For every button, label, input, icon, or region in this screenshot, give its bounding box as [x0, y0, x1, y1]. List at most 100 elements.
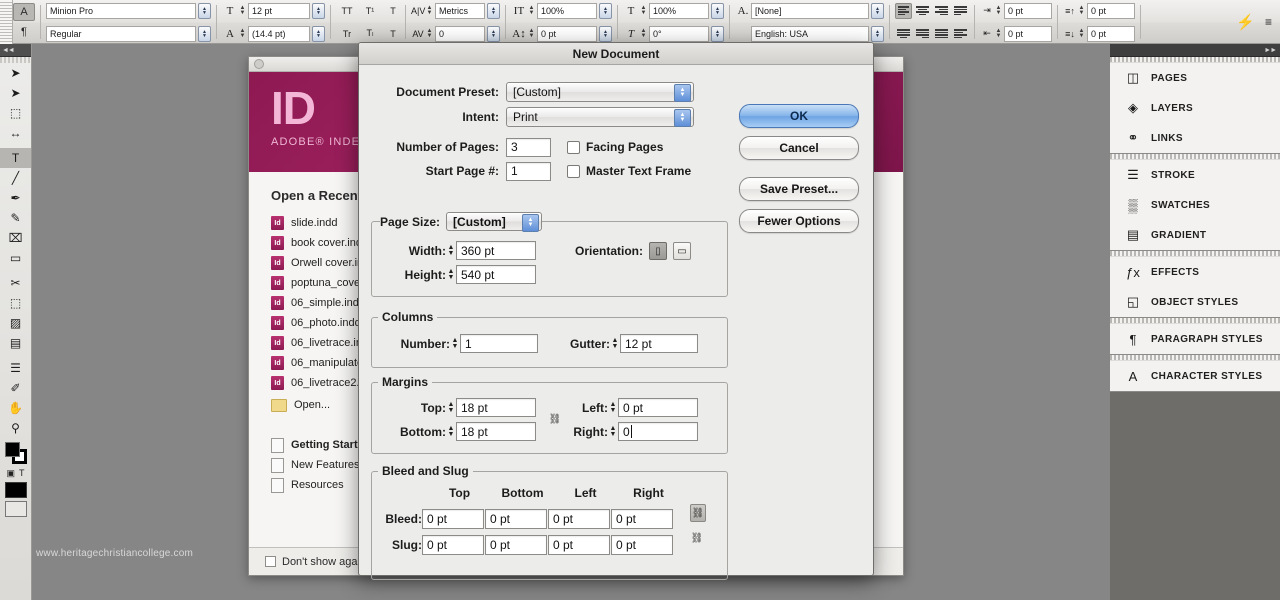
toolbox-collapse-handle[interactable]: ◄◄	[0, 44, 31, 57]
strikethrough-icon[interactable]: T	[386, 29, 400, 39]
left-indent-stepper[interactable]: ▲ ▼	[994, 3, 1003, 19]
justify-left-icon[interactable]	[952, 3, 969, 19]
dock-item-layers[interactable]: ◈ LAYERS	[1110, 93, 1280, 123]
slug-chain-link-icon[interactable]: ⛓	[690, 530, 704, 546]
space-after-field[interactable]: 0 pt	[1087, 25, 1135, 42]
dock-item-paragraph-styles[interactable]: ¶ PARAGRAPH STYLES	[1110, 324, 1280, 354]
space-before-field[interactable]: 0 pt	[1087, 2, 1135, 19]
character-formatting-icon[interactable]: A	[13, 3, 35, 21]
scissors-tool[interactable]: ✂	[0, 273, 31, 293]
close-icon[interactable]	[254, 59, 264, 69]
dock-item-object-styles[interactable]: ◱ OBJECT STYLES	[1110, 287, 1280, 317]
frame-tool[interactable]: ⌧	[0, 228, 31, 248]
ok-button[interactable]: OK	[739, 104, 859, 128]
left-indent-field[interactable]: 0 pt	[1004, 2, 1052, 19]
all-caps-icon[interactable]: TT	[340, 6, 354, 16]
gradient-feather-tool[interactable]: ▤	[0, 333, 31, 353]
baseline-shift-dropdown-icon[interactable]: ▲ ▼	[599, 25, 612, 42]
margin-bottom-input[interactable]: 18 pt	[456, 422, 536, 441]
horizontal-scale-stepper[interactable]: ▲ ▼	[639, 3, 648, 19]
margin-left-input[interactable]: 0 pt	[618, 398, 698, 417]
leading-field[interactable]: (14.4 pt)	[248, 25, 310, 42]
align-toward-spine-icon[interactable]	[952, 26, 969, 42]
justify-right-icon[interactable]	[914, 26, 931, 42]
subscript-icon[interactable]: Tₗ	[363, 28, 377, 39]
control-panel-gripper[interactable]	[0, 0, 13, 44]
font-style-field[interactable]: Regular	[46, 25, 196, 42]
facing-pages-checkbox[interactable]	[567, 140, 580, 154]
margin-left-stepper[interactable]: ▲ ▼	[608, 398, 618, 417]
zoom-tool[interactable]: ⚲	[0, 418, 31, 438]
orientation-portrait-button[interactable]: ▯	[649, 242, 667, 260]
dock-item-effects[interactable]: ƒx EFFECTS	[1110, 257, 1280, 287]
margin-right-input[interactable]: 0	[618, 422, 698, 441]
dock-item-gradient[interactable]: ▤ GRADIENT	[1110, 220, 1280, 250]
font-family-dropdown-icon[interactable]: ▲ ▼	[198, 2, 211, 19]
language-dropdown-icon[interactable]: ▲ ▼	[871, 25, 884, 42]
document-preset-dropdown[interactable]: [Custom] ▲ ▼	[506, 81, 694, 102]
space-before-stepper[interactable]: ▲ ▼	[1077, 3, 1086, 19]
justify-all-icon[interactable]	[933, 26, 950, 42]
type-tool[interactable]: T	[0, 148, 31, 168]
fill-stroke-swatch[interactable]	[4, 442, 27, 464]
tracking-dropdown-icon[interactable]: ▲ ▼	[487, 25, 500, 42]
gradient-swatch-tool[interactable]: ▨	[0, 313, 31, 333]
page-size-dropdown[interactable]: [Custom] ▲ ▼	[446, 212, 543, 232]
start-page-input[interactable]: 1	[506, 161, 551, 181]
panel-menu-icon[interactable]: ≡	[1265, 15, 1272, 29]
line-tool[interactable]: ╱	[0, 168, 31, 188]
leading-stepper[interactable]: ▲ ▼	[238, 26, 247, 42]
quick-apply-icon[interactable]: ⚡	[1236, 13, 1255, 31]
save-preset-button[interactable]: Save Preset...	[739, 177, 859, 201]
baseline-shift-field[interactable]: 0 pt	[537, 25, 597, 42]
margin-bottom-stepper[interactable]: ▲ ▼	[446, 422, 456, 441]
gap-tool[interactable]: ↔	[0, 123, 31, 143]
superscript-icon[interactable]: T¹	[363, 6, 377, 16]
facing-pages-row[interactable]: Facing Pages	[567, 136, 663, 159]
font-family-field[interactable]: Minion Pro	[46, 2, 196, 19]
font-size-dropdown-icon[interactable]: ▲ ▼	[312, 2, 325, 19]
margin-top-input[interactable]: 18 pt	[456, 398, 536, 417]
font-style-dropdown-icon[interactable]: ▲ ▼	[198, 25, 211, 42]
character-style-dropdown-icon[interactable]: ▲ ▼	[871, 2, 884, 19]
paragraph-formatting-icon[interactable]: ¶	[13, 23, 35, 41]
dock-expand-handle[interactable]: ►►	[1110, 44, 1280, 57]
dock-item-character-styles[interactable]: A CHARACTER STYLES	[1110, 361, 1280, 391]
normal-view-mode-icon[interactable]	[4, 482, 27, 498]
fewer-options-button[interactable]: Fewer Options	[739, 209, 859, 233]
width-input[interactable]: 360 pt	[456, 241, 536, 260]
column-number-input[interactable]: 1	[460, 334, 538, 353]
pencil-tool[interactable]: ✎	[0, 208, 31, 228]
bleed-slug-input[interactable]: 0 pt	[422, 535, 484, 555]
align-center-icon[interactable]	[914, 3, 931, 19]
intent-dropdown[interactable]: Print ▲ ▼	[506, 106, 694, 127]
justify-center-icon[interactable]	[895, 26, 912, 42]
eyedropper-tool[interactable]: ✐	[0, 378, 31, 398]
fill-swatch[interactable]	[4, 442, 20, 457]
height-stepper[interactable]: ▲ ▼	[446, 265, 456, 284]
margins-chain-link-icon[interactable]: ⛓	[548, 411, 562, 427]
width-stepper[interactable]: ▲ ▼	[446, 241, 456, 260]
bleed-slug-input[interactable]: 0 pt	[485, 509, 547, 529]
kerning-field[interactable]: Metrics	[435, 2, 485, 19]
horizontal-scale-dropdown-icon[interactable]: ▲ ▼	[711, 2, 724, 19]
dialog-titlebar[interactable]: New Document	[359, 43, 873, 65]
bleed-slug-input[interactable]: 0 pt	[548, 535, 610, 555]
horizontal-scale-field[interactable]: 100%	[649, 2, 709, 19]
dont-show-again-checkbox[interactable]	[265, 556, 276, 567]
dock-item-pages[interactable]: ◫ PAGES	[1110, 63, 1280, 93]
small-caps-icon[interactable]: Tr	[340, 29, 354, 39]
margin-top-stepper[interactable]: ▲ ▼	[446, 398, 456, 417]
underline-icon[interactable]: T	[386, 6, 400, 16]
master-text-frame-checkbox[interactable]	[567, 164, 580, 178]
space-after-stepper[interactable]: ▲ ▼	[1077, 26, 1086, 42]
vertical-scale-dropdown-icon[interactable]: ▲ ▼	[599, 2, 612, 19]
dock-item-stroke[interactable]: ☰ STROKE	[1110, 160, 1280, 190]
bleed-slug-input[interactable]: 0 pt	[422, 509, 484, 529]
vertical-scale-field[interactable]: 100%	[537, 2, 597, 19]
formatting-affects-text-icon[interactable]: T	[19, 468, 25, 479]
gutter-input[interactable]: 12 pt	[620, 334, 698, 353]
orientation-landscape-button[interactable]: ▭	[673, 242, 691, 260]
height-input[interactable]: 540 pt	[456, 265, 536, 284]
page-tool[interactable]: ⬚	[0, 103, 31, 123]
